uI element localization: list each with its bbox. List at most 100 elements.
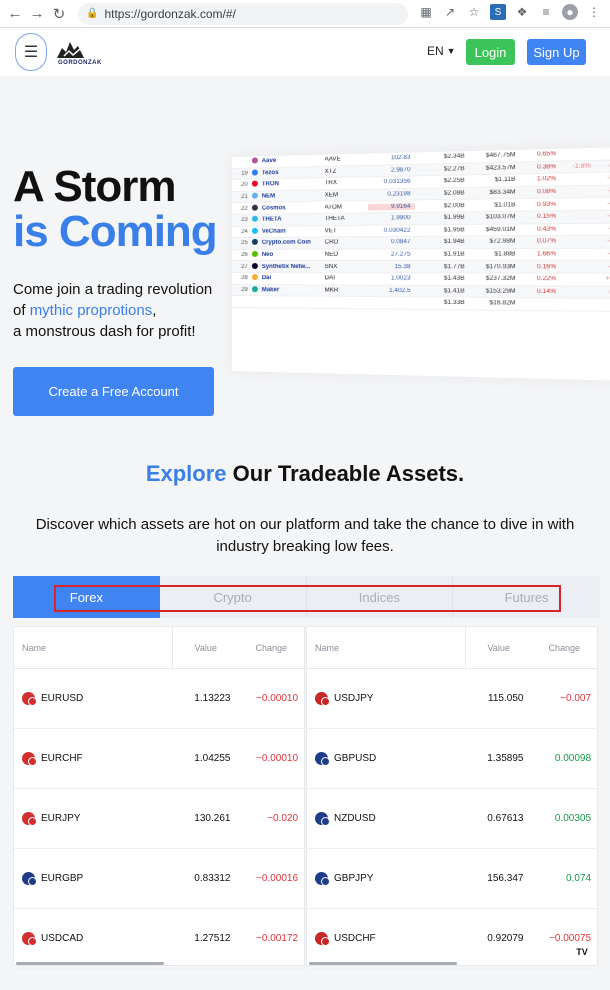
more-vert-icon[interactable]: ⋮ (586, 4, 602, 20)
coin-marketcap: $1.91B (443, 251, 465, 258)
coin-icon (251, 227, 262, 236)
pair-cell: EURCHF (14, 752, 173, 766)
explore-title-rest: Our Tradeable Assets. (226, 461, 465, 486)
coin-change-b: -3.2% (607, 187, 610, 195)
playlist-icon[interactable]: ≡ (538, 4, 554, 20)
pair-change: −0.00075 (549, 933, 592, 944)
tab-forex[interactable]: Forex (13, 576, 160, 618)
table-row[interactable]: EURGBP 0.83312 −0.00016 (14, 849, 304, 909)
coin-volume: $1.11B (494, 177, 516, 184)
pair-cell: GBPUSD (307, 752, 466, 766)
column-value-header: Value (194, 642, 217, 653)
table-row[interactable]: GBPJPY 156.347 0.074 (307, 849, 597, 909)
currency-flag-icon (315, 752, 330, 766)
coin-symbol: SNX (324, 263, 338, 270)
coin-share: 0.93% (536, 201, 557, 208)
coin-name: Crypto.com Coin (261, 240, 311, 247)
coin-share: 0.22% (536, 276, 557, 283)
coin-change-b: -4.1% (607, 250, 610, 258)
profile-avatar-icon[interactable]: ● (562, 4, 578, 20)
currency-flag-icon (22, 812, 37, 826)
pair-cell: NZDUSD (307, 812, 466, 826)
coin-volume: $16.82M (489, 300, 516, 308)
coin-marketcap: $2.25B (443, 178, 465, 185)
pair-change: −0.00016 (256, 873, 299, 884)
extension-s-icon[interactable]: S (490, 4, 506, 20)
column-name-header: Name (307, 626, 466, 669)
coin-name (262, 302, 325, 303)
coin-share: 0.07% (536, 238, 557, 246)
pair-cell: EURJPY (14, 812, 173, 826)
login-button[interactable]: Login (466, 39, 515, 65)
pair-name: EURJPY (41, 813, 81, 824)
tradingview-logo-icon[interactable]: TV (573, 945, 591, 959)
puzzle-icon[interactable]: ❖ (514, 4, 530, 20)
currency-flag-icon (22, 752, 37, 766)
table-row[interactable]: EURUSD 1.13223 −0.00010 (14, 669, 304, 729)
market-rank: 20 (241, 182, 248, 189)
coin-icon (251, 192, 262, 201)
coin-volume: $83.34M (489, 189, 516, 197)
pair-name: NZDUSD (334, 813, 376, 824)
table-row[interactable]: GBPUSD 1.35895 0.00098 (307, 729, 597, 789)
language-selector[interactable]: EN ▼ (427, 44, 456, 58)
table-header: Name Value Change (307, 626, 597, 669)
table-row[interactable]: EURCHF 1.04255 −0.00010 (14, 729, 304, 789)
pair-cell: GBPJPY (307, 872, 466, 886)
horizontal-scrollbar[interactable] (16, 962, 164, 965)
translate-icon[interactable]: ▦ (418, 4, 434, 20)
tab-indices[interactable]: Indices (307, 576, 454, 618)
market-rank: 21 (241, 193, 248, 200)
coin-name: Dai (261, 275, 272, 282)
tab-crypto[interactable]: Crypto (160, 576, 307, 618)
address-bar[interactable]: 🔒 https://gordonzak.com/#/ (78, 2, 408, 25)
coin-icon (251, 239, 262, 247)
coin-icon (251, 169, 262, 177)
coin-price: 0.0847 (390, 239, 411, 246)
create-account-button[interactable]: Create a Free Account (13, 367, 214, 416)
table-row[interactable]: USDCHF 0.92079 −0.00075 (307, 909, 597, 969)
hamburger-menu-icon[interactable]: ☰ (15, 33, 47, 71)
coin-marketcap: $2.08B (443, 190, 465, 197)
coin-change-b: -2.1% (607, 174, 610, 182)
star-icon[interactable]: ☆ (466, 4, 482, 20)
coin-change-b: -4.9% (607, 200, 610, 208)
signup-button[interactable]: Sign Up (527, 39, 586, 65)
arrow-right-icon[interactable]: → (26, 3, 48, 25)
table-row[interactable]: USDJPY 115.050 −0.007 (307, 669, 597, 729)
pair-change: −0.00172 (256, 933, 299, 944)
tab-futures[interactable]: Futures (453, 576, 600, 618)
pair-cell: EURGBP (14, 872, 173, 886)
pair-change: −0.020 (267, 813, 299, 824)
coin-marketcap: $1.99B (443, 214, 465, 222)
coin-price: 27.275 (390, 251, 411, 258)
hero-title-line2: is Coming (13, 207, 218, 256)
coin-volume: $467.75M (485, 152, 516, 160)
explore-description: Discover which assets are hot on our pla… (35, 516, 575, 555)
reload-icon[interactable]: ↻ (48, 3, 70, 25)
forex-table-right: Name Value Change USDJPY 115.050 −0.007 GBP… (306, 626, 598, 969)
pair-value: 130.261 (194, 813, 231, 824)
table-row[interactable]: NZDUSD 0.67613 0.00305 (307, 789, 597, 849)
coin-marketcap: $2.34B (443, 153, 465, 161)
coin-share: 0.43% (536, 226, 557, 233)
site-header: ☰ GORDONZAK EN ▼ Login Sign Up (0, 28, 610, 76)
pair-change: 0.074 (565, 873, 592, 884)
table-row[interactable]: EURJPY 130.261 −0.020 (14, 789, 304, 849)
coin-change-b: -2.3% (607, 238, 610, 245)
horizontal-scrollbar[interactable] (309, 962, 457, 965)
pair-value: 115.050 (488, 693, 524, 704)
table-row[interactable]: USDCAD 1.27512 −0.00172 (14, 909, 304, 969)
share-icon[interactable]: ↗ (442, 4, 458, 20)
coin-symbol: NEO (324, 251, 339, 258)
hero-subtitle-line3: a monstrous dash for profit! (13, 323, 196, 340)
coin-icon (251, 180, 262, 189)
coin-change-b (591, 153, 610, 154)
market-rank: 28 (241, 275, 248, 282)
coin-icon (251, 215, 262, 224)
arrow-left-icon[interactable]: ← (4, 3, 26, 25)
pair-value: 0.83312 (194, 873, 231, 884)
coin-icon (251, 157, 262, 166)
coin-symbol: VET (324, 227, 337, 235)
coin-volume: $459.01M (485, 226, 516, 234)
